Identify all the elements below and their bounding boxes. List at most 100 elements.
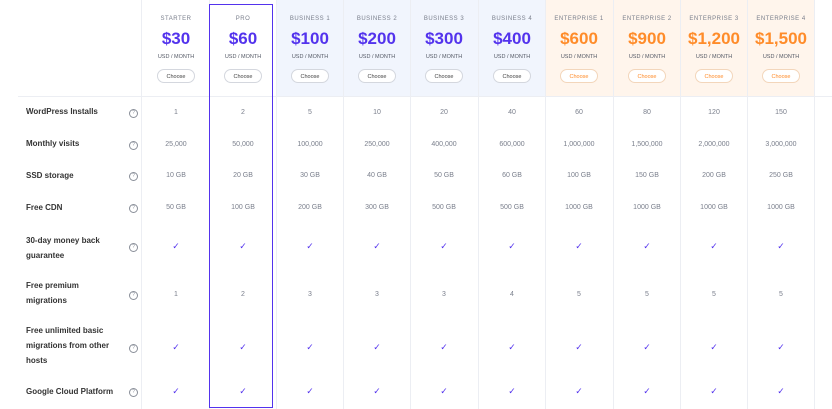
plan-price: $30 [161, 29, 191, 48]
plan-period: USD / MONTH [358, 54, 396, 60]
plan-period: USD / MONTH [628, 54, 666, 60]
feature-value: 100 GB [231, 204, 255, 211]
feature-value: 5 [712, 291, 716, 298]
feature-value: 500 GB [500, 204, 524, 211]
plan-header-pro: PRO $60 USD / MONTH Choose [209, 0, 277, 96]
check-icon: ✓ [643, 241, 651, 251]
feature-value: 1000 GB [700, 204, 728, 211]
plan-header-business-3: BUSINESS 3 $300 USD / MONTH Choose [410, 0, 478, 96]
check-icon: ✓ [508, 241, 516, 251]
plan-price: $300 [425, 29, 463, 48]
feature-value: 250 GB [769, 172, 793, 179]
check-icon: ✓ [172, 386, 180, 396]
choose-button[interactable]: Choose [291, 69, 329, 83]
choose-button[interactable]: Choose [628, 69, 666, 83]
feature-value: 4 [510, 291, 514, 298]
feature-value: 1 [174, 108, 178, 116]
feature-value: 2,000,000 [698, 140, 730, 148]
choose-button[interactable]: Choose [425, 69, 463, 83]
plan-price: $400 [493, 29, 531, 48]
check-icon: ✓ [172, 241, 180, 251]
feature-value: 150 GB [635, 172, 659, 179]
choose-button[interactable]: Choose [695, 69, 733, 83]
feature-value: 200 GB [298, 204, 322, 211]
plan-period: USD / MONTH [762, 54, 800, 60]
feature-value: 40 [508, 108, 516, 116]
feature-value: 50,000 [232, 140, 254, 148]
check-icon: ✓ [306, 386, 314, 396]
feature-value: 5 [308, 108, 312, 116]
check-icon: ✓ [643, 341, 651, 352]
plan-price: $1,500 [755, 29, 807, 48]
feature-value: 5 [779, 291, 783, 298]
feature-value: 2 [241, 291, 245, 298]
plan-period: USD / MONTH [291, 54, 329, 60]
plan-price: $60 [228, 29, 258, 48]
feature-label: Monthly visits [26, 139, 80, 148]
feature-value: 40 GB [367, 172, 387, 179]
feature-value: 30 GB [300, 172, 320, 179]
info-circle-icon[interactable]: ? [129, 140, 138, 150]
pricing-table: STARTER $30 USD / MONTH Choose PRO $60 USD / M… [18, 0, 832, 409]
feature-value: 150 [775, 108, 787, 116]
choose-button[interactable]: Choose [224, 69, 262, 83]
choose-button[interactable]: Choose [560, 69, 598, 83]
check-icon: ✓ [575, 386, 583, 396]
plan-name: ENTERPRISE 4 [756, 16, 806, 22]
choose-button[interactable]: Choose [358, 69, 396, 83]
check-icon: ✓ [710, 341, 718, 352]
feature-label: WordPress Installs [26, 107, 98, 116]
plan-name: BUSINESS 1 [289, 16, 331, 22]
feature-value: 300 GB [365, 204, 389, 211]
check-icon: ✓ [508, 341, 516, 352]
feature-value: 60 GB [502, 172, 522, 179]
plan-header-enterprise-1: ENTERPRISE 1 $600 USD / MONTH Choose [545, 0, 613, 96]
plan-name: ENTERPRISE 2 [622, 16, 672, 22]
check-icon: ✓ [643, 386, 651, 396]
feature-value: 20 GB [233, 172, 253, 179]
feature-value: 3 [442, 291, 446, 298]
info-circle-icon[interactable]: ? [129, 291, 138, 300]
plan-header-business-4: BUSINESS 4 $400 USD / MONTH Choose [478, 0, 546, 96]
info-circle-icon[interactable]: ? [129, 343, 138, 353]
info-circle-icon[interactable]: ? [129, 172, 138, 181]
info-circle-icon[interactable]: ? [129, 243, 138, 252]
check-icon: ✓ [172, 341, 180, 352]
feature-label: Free premium migrations [26, 281, 79, 305]
feature-value: 5 [645, 291, 649, 298]
plan-price: $600 [560, 29, 598, 48]
check-icon: ✓ [440, 341, 448, 352]
check-icon: ✓ [239, 341, 247, 352]
feature-value: 10 [373, 108, 381, 116]
feature-value: 1000 GB [633, 204, 661, 211]
plan-name: BUSINESS 3 [423, 16, 465, 22]
feature-value: 25,000 [165, 140, 187, 148]
plan-header-enterprise-4: ENTERPRISE 4 $1,500 USD / MONTH Choose [747, 0, 815, 96]
feature-label: Free unlimited basic migrations from oth… [26, 326, 110, 365]
check-icon: ✓ [373, 241, 381, 251]
feature-value: 100,000 [297, 140, 323, 148]
check-icon: ✓ [440, 241, 448, 251]
feature-value: 600,000 [499, 140, 525, 148]
feature-value: 60 [575, 108, 583, 116]
feature-value: 120 [708, 108, 720, 116]
choose-button[interactable]: Choose [493, 69, 531, 83]
feature-value: 2 [241, 108, 245, 116]
check-icon: ✓ [373, 341, 381, 352]
plan-price: $200 [358, 29, 396, 48]
feature-value: 10 GB [166, 172, 186, 179]
plan-header-starter: STARTER $30 USD / MONTH Choose [142, 0, 210, 96]
feature-value: 100 GB [567, 172, 591, 179]
info-circle-icon[interactable]: ? [129, 388, 138, 397]
feature-value: 1000 GB [565, 204, 593, 211]
choose-button[interactable]: Choose [762, 69, 800, 83]
plan-header-business-1: BUSINESS 1 $100 USD / MONTH Choose [276, 0, 344, 96]
feature-value: 5 [577, 291, 581, 298]
info-circle-icon[interactable]: ? [129, 108, 138, 118]
choose-button[interactable]: Choose [157, 69, 195, 83]
info-circle-icon[interactable]: ? [129, 204, 138, 213]
plan-name: BUSINESS 4 [491, 16, 533, 22]
feature-value: 1,000,000 [563, 140, 595, 148]
feature-value: 200 GB [702, 172, 726, 179]
row-divider [18, 96, 832, 97]
